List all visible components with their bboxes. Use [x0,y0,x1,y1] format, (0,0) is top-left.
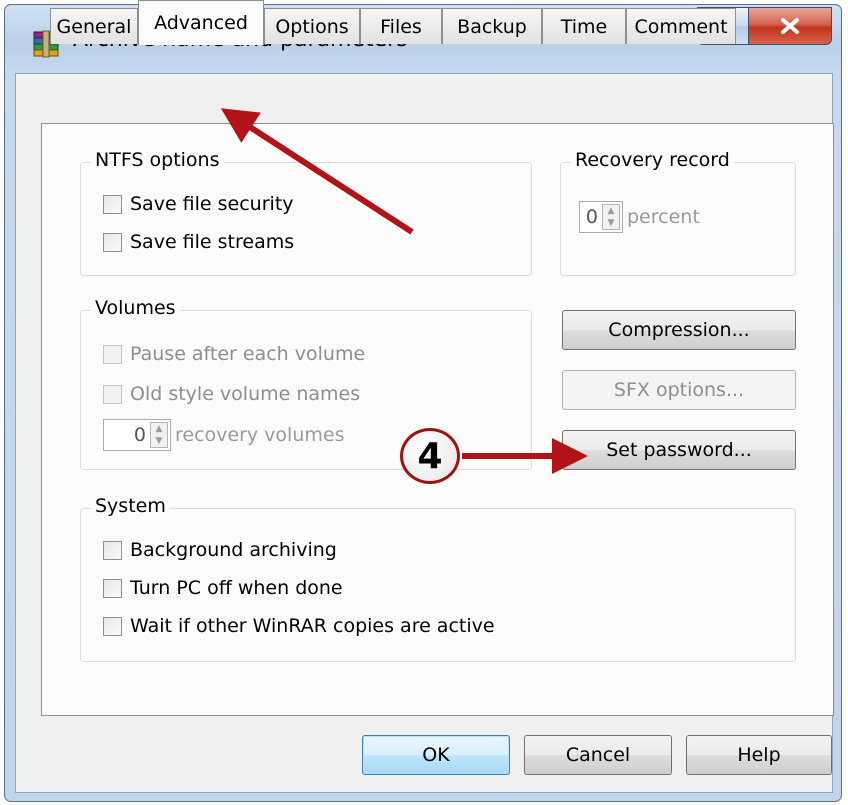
spin-arrows-icon[interactable]: ▲ ▼ [602,204,620,230]
checkbox-box[interactable] [103,194,122,214]
save-file-streams-label: Save file streams [130,231,295,253]
old-style-names-checkbox[interactable]: Old style volume names [103,383,360,405]
recovery-percent-field[interactable]: 0 ▲ ▼ [579,201,623,233]
set-password-button[interactable]: Set password... [562,430,796,470]
recovery-percent-unit: percent [627,206,700,228]
ntfs-options-group: NTFS options Save file security Save fil… [80,149,532,276]
recovery-percent-value: 0 [585,206,598,228]
compression-button[interactable]: Compression... [562,310,796,350]
background-archiving-label: Background archiving [130,539,337,561]
ntfs-options-title: NTFS options [91,149,224,171]
step-number-callout: 4 [400,428,460,484]
spin-arrows-icon[interactable]: ▲ ▼ [150,422,168,448]
wait-other-copies-checkbox[interactable]: Wait if other WinRAR copies are active [103,615,495,637]
pause-after-volume-checkbox[interactable]: Pause after each volume [103,343,365,365]
recovery-volumes-spinner[interactable]: 0 ▲ ▼ recovery volumes [103,419,344,451]
recovery-record-title: Recovery record [571,149,734,171]
system-title: System [91,495,170,517]
checkbox-box[interactable] [103,578,122,598]
checkbox-box[interactable] [103,384,122,404]
tab-general[interactable]: General [50,8,138,44]
volumes-title: Volumes [91,297,180,319]
turn-pc-off-label: Turn PC off when done [130,577,343,599]
close-button[interactable] [748,7,832,45]
tab-backup[interactable]: Backup [442,8,542,44]
sfx-options-button[interactable]: SFX options... [562,370,796,410]
help-button[interactable]: Help [686,735,832,775]
save-file-security-label: Save file security [130,193,294,215]
ok-button[interactable]: OK [362,735,510,775]
tab-options[interactable]: Options [264,8,360,44]
pause-after-volume-label: Pause after each volume [130,343,366,365]
checkbox-box[interactable] [103,232,122,252]
advanced-tab-panel: NTFS options Save file security Save fil… [41,123,834,716]
tab-comment[interactable]: Comment [626,8,736,44]
recovery-record-group: Recovery record 0 ▲ ▼ percent [560,149,796,276]
close-icon [781,18,799,34]
wait-other-copies-label: Wait if other WinRAR copies are active [130,615,495,637]
recovery-percent-spinner[interactable]: 0 ▲ ▼ percent [579,201,700,233]
tab-files[interactable]: Files [360,8,442,44]
checkbox-box[interactable] [103,540,122,560]
tab-advanced[interactable]: Advanced [138,0,264,45]
old-style-names-label: Old style volume names [130,383,361,405]
volumes-group: Volumes Pause after each volume Old styl… [80,297,532,470]
turn-pc-off-checkbox[interactable]: Turn PC off when done [103,577,343,599]
system-group: System Background archiving Turn PC off … [80,495,796,662]
save-file-streams-checkbox[interactable]: Save file streams [103,231,294,253]
checkbox-box[interactable] [103,616,122,636]
checkbox-box[interactable] [103,344,122,364]
recovery-volumes-value: 0 [133,424,146,446]
tab-time[interactable]: Time [542,8,626,44]
recovery-volumes-unit: recovery volumes [175,424,345,446]
cancel-button[interactable]: Cancel [524,735,672,775]
background-archiving-checkbox[interactable]: Background archiving [103,539,337,561]
recovery-volumes-field[interactable]: 0 ▲ ▼ [103,419,171,451]
save-file-security-checkbox[interactable]: Save file security [103,193,294,215]
